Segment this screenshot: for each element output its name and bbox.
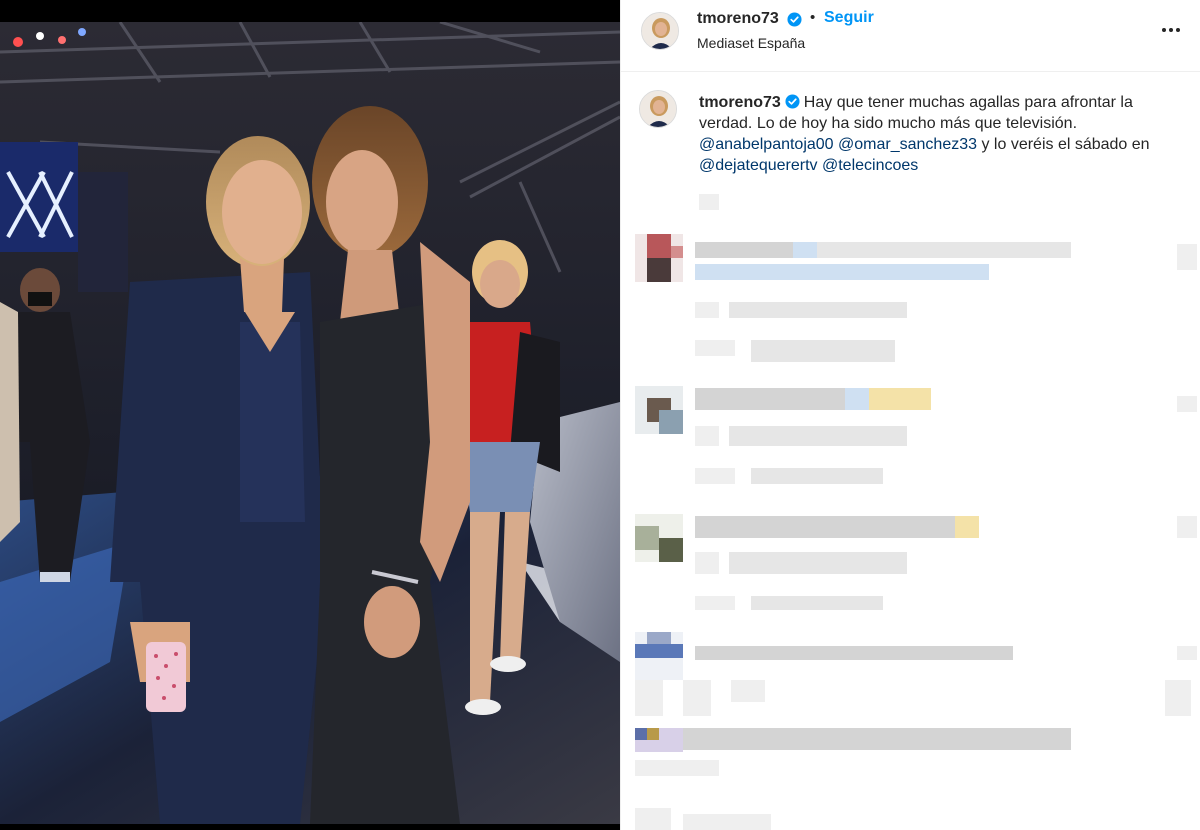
- comment-replies-blur: [695, 340, 735, 356]
- comment-replies-blur: [695, 596, 735, 610]
- mention-link[interactable]: @omar_sanchez33: [838, 136, 977, 153]
- photo-top-bar: [0, 0, 620, 22]
- comment-text-blur: [683, 728, 1071, 750]
- comment-meta-blur: [729, 426, 907, 446]
- comment-text-blur: [695, 388, 845, 410]
- comment-avatar[interactable]: [635, 234, 683, 282]
- comment-text-blur: [695, 242, 793, 258]
- more-dot: [1176, 28, 1180, 32]
- comment-meta-blur: [683, 680, 711, 716]
- mention-link[interactable]: @telecincoes: [822, 157, 918, 174]
- comment-meta-blur: [635, 760, 719, 776]
- comment-like-blur: [1177, 244, 1197, 270]
- comment-like-blur: [1177, 396, 1197, 412]
- comment-avatar[interactable]: [635, 728, 683, 752]
- comment-like-blur: [1177, 646, 1197, 660]
- comment-text-blur: [955, 516, 979, 538]
- verified-badge-icon: [785, 94, 800, 109]
- post-location[interactable]: Mediaset España: [697, 35, 805, 51]
- comment-text-blur: [817, 242, 1071, 258]
- comment-meta-blur: [695, 302, 719, 318]
- comment-replies-blur: [695, 468, 735, 484]
- header-separator: •: [810, 9, 816, 26]
- comment-text-blur: [695, 264, 989, 280]
- comment-text-blur: [695, 516, 955, 538]
- comment-text-blur: [793, 242, 817, 258]
- comment-meta-blur: [635, 808, 671, 830]
- comment-avatar[interactable]: [635, 632, 683, 680]
- comment-text-blur: [695, 646, 1013, 660]
- comment-meta-blur: [695, 426, 719, 446]
- more-options-icon[interactable]: [1159, 18, 1183, 42]
- comment-meta-blur: [683, 814, 771, 830]
- comments-list: [621, 180, 1200, 830]
- mention-link[interactable]: @dejatequerertv: [699, 157, 818, 174]
- author-username[interactable]: tmoreno73: [697, 10, 779, 28]
- more-dot: [1162, 28, 1166, 32]
- caption-username[interactable]: tmoreno73: [699, 94, 781, 111]
- mention-link[interactable]: @anabelpantoja00: [699, 136, 834, 153]
- post-photo-panel[interactable]: [0, 0, 620, 830]
- comment-meta-blur: [635, 680, 663, 716]
- post-info-panel: tmoreno73 • Seguir Mediaset España tmore…: [620, 0, 1200, 830]
- comment-replies-blur: [751, 340, 895, 362]
- caption-timestamp-blur: [699, 194, 719, 210]
- verified-badge-icon: [787, 12, 802, 27]
- photo-bottom-bar: [0, 824, 620, 830]
- comment-replies-blur: [751, 468, 883, 484]
- comment-like-blur: [1177, 516, 1197, 538]
- comment-text-blur: [845, 388, 869, 410]
- caption-author-avatar[interactable]: [639, 90, 677, 128]
- follow-button[interactable]: Seguir: [824, 9, 874, 27]
- comment-meta-blur: [1165, 680, 1191, 716]
- author-avatar[interactable]: [641, 12, 679, 50]
- caption-text: tmoreno73 Hay que tener muchas agallas pa…: [699, 92, 1189, 176]
- more-dot: [1169, 28, 1173, 32]
- comment-text-blur: [869, 388, 931, 410]
- comment-avatar[interactable]: [635, 386, 683, 434]
- comment-meta-blur: [729, 552, 907, 574]
- post-header: tmoreno73 • Seguir Mediaset España: [621, 0, 1200, 72]
- caption-body-2: y lo veréis el sábado en: [981, 136, 1150, 153]
- comment-meta-blur: [729, 302, 907, 318]
- comment-meta-blur: [731, 680, 765, 702]
- comment-replies-blur: [751, 596, 883, 610]
- comment-meta-blur: [695, 552, 719, 574]
- comment-avatar[interactable]: [635, 514, 683, 562]
- post-photo[interactable]: [0, 22, 620, 824]
